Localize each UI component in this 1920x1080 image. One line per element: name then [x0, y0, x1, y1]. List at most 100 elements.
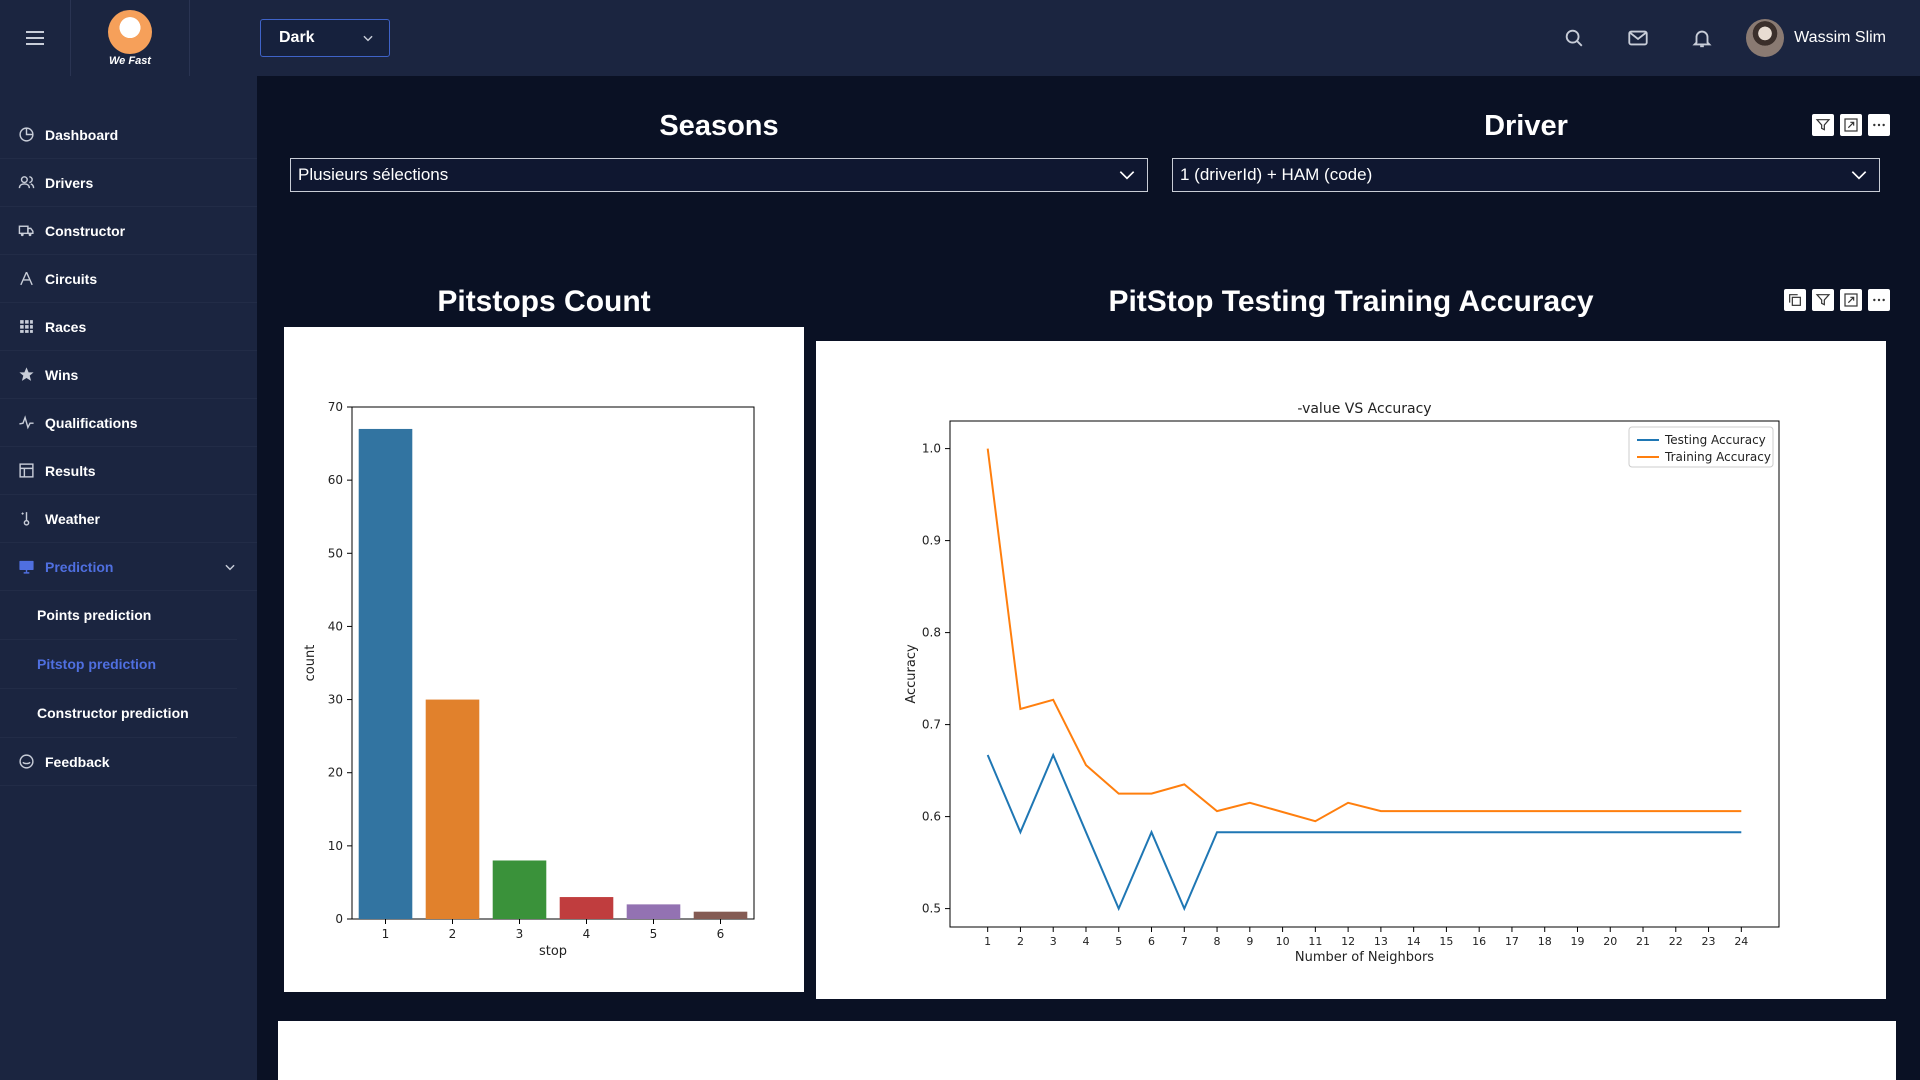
more-icon — [1873, 298, 1885, 302]
user-name: Wassim Slim — [1794, 29, 1886, 46]
filter-button[interactable] — [1812, 289, 1834, 311]
filter-icon — [1815, 119, 1831, 131]
x-tick-label: 3 — [1050, 935, 1057, 948]
driver-title: Driver — [1484, 110, 1568, 142]
seasons-dropdown-value: Plusieurs sélections — [298, 165, 449, 184]
pitstops-chart-title: Pitstops Count — [437, 285, 651, 318]
more-options-button[interactable] — [1868, 114, 1890, 136]
bar — [559, 897, 614, 919]
copy-button[interactable] — [1784, 289, 1806, 311]
focus-mode-button[interactable] — [1840, 114, 1862, 136]
sidebar-item-label: Feedback — [45, 753, 110, 770]
pitstops-bar-chart: 0 10 20 30 40 50 60 70 1 2 3 4 5 6 stop count — [303, 400, 755, 959]
sidebar-subitem-label: Points prediction — [37, 607, 152, 623]
x-tick-label: 19 — [1570, 935, 1584, 948]
truck-icon — [18, 225, 34, 237]
x-tick-label: 2 — [1017, 935, 1024, 948]
mail-button[interactable] — [1606, 0, 1670, 76]
theme-dropdown[interactable]: Dark — [260, 19, 390, 57]
seasons-dropdown[interactable]: Plusieurs sélections — [290, 158, 1148, 192]
bar — [492, 860, 547, 919]
sidebar-subitem-constructor-prediction[interactable]: Constructor prediction — [0, 689, 237, 738]
seasons-title: Seasons — [659, 110, 779, 142]
more-icon — [1873, 123, 1885, 127]
x-tick-label: 23 — [1702, 935, 1716, 948]
bar — [693, 911, 748, 919]
legend-label: Training Accuracy — [1664, 450, 1771, 464]
sidebar-subitem-label: Constructor prediction — [37, 705, 189, 721]
legend-label: Testing Accuracy — [1664, 433, 1766, 447]
table-icon — [19, 463, 34, 478]
y-tick-label: 40 — [328, 619, 343, 633]
x-tick-label: 11 — [1308, 935, 1322, 948]
sidebar-item-wins[interactable]: Wins — [0, 351, 257, 399]
sidebar-item-circuits[interactable]: Circuits — [0, 255, 257, 303]
driver-dropdown[interactable]: 1 (driverId) + HAM (code) — [1172, 158, 1880, 192]
sidebar-item-feedback[interactable]: Feedback — [0, 738, 257, 786]
pitstops-chart-panel: 0 10 20 30 40 50 60 70 1 2 3 4 5 6 stop count — [284, 327, 804, 992]
sidebar-item-qualifications[interactable]: Qualifications — [0, 399, 257, 447]
x-tick-label: 20 — [1603, 935, 1617, 948]
y-tick-label: 30 — [328, 693, 343, 707]
x-tick-label: 3 — [516, 927, 524, 941]
sidebar-item-label: Wins — [45, 366, 79, 383]
x-tick-label: 22 — [1669, 935, 1683, 948]
focus-mode-button[interactable] — [1840, 289, 1862, 311]
x-tick-label: 2 — [449, 927, 457, 941]
x-tick-label: 15 — [1439, 935, 1453, 948]
driver-dropdown-value: 1 (driverId) + HAM (code) — [1180, 165, 1373, 184]
monitor-icon — [19, 560, 34, 574]
sidebar-item-results[interactable]: Results — [0, 447, 257, 495]
y-tick-label: 70 — [328, 400, 343, 414]
y-tick-label: 0.6 — [922, 810, 941, 824]
sidebar-subitem-points-prediction[interactable]: Points prediction — [0, 591, 237, 640]
x-tick-label: 18 — [1538, 935, 1552, 948]
x-tick-label: 6 — [1148, 935, 1155, 948]
x-tick-label: 6 — [717, 927, 725, 941]
x-tick-label: 13 — [1374, 935, 1388, 948]
grid-icon — [20, 320, 33, 333]
x-tick-label: 12 — [1341, 935, 1355, 948]
sidebar-item-label: Weather — [45, 510, 100, 527]
y-tick-label: 60 — [328, 473, 343, 487]
sidebar-item-races[interactable]: Races — [0, 303, 257, 351]
sidebar-item-label: Dashboard — [45, 126, 119, 143]
more-options-button[interactable] — [1868, 289, 1890, 311]
sidebar-item-prediction[interactable]: Prediction — [0, 543, 257, 591]
x-tick-label: 24 — [1734, 935, 1748, 948]
sidebar-item-label: Prediction — [45, 558, 114, 575]
sidebar-subitem-pitstop-prediction[interactable]: Pitstop prediction — [0, 640, 237, 689]
sidebar-item-drivers[interactable]: Drivers — [0, 159, 257, 207]
line-plot-frame — [949, 420, 1780, 928]
x-axis-label: Number of Neighbors — [1295, 950, 1434, 965]
avatar — [1746, 19, 1785, 57]
sidebar-subitem-label: Pitstop prediction — [37, 656, 156, 672]
user-menu[interactable]: Wassim Slim — [1746, 19, 1886, 57]
y-tick-label: 0.7 — [922, 718, 941, 732]
search-button[interactable] — [1542, 0, 1606, 76]
chevron-down-icon — [1851, 171, 1867, 180]
mail-icon — [1628, 30, 1648, 46]
sidebar-item-dashboard[interactable]: Dashboard — [0, 111, 257, 159]
series-line — [986, 448, 1742, 823]
pie-chart-icon — [19, 127, 34, 142]
logo-icon — [108, 9, 152, 54]
x-tick-label: 10 — [1276, 935, 1290, 948]
hamburger-menu-button[interactable] — [0, 0, 70, 76]
x-tick-label: 7 — [1181, 935, 1188, 948]
notifications-button[interactable] — [1670, 0, 1734, 76]
expand-icon — [1844, 293, 1858, 307]
y-tick-label: 0.8 — [922, 626, 941, 640]
app-logo[interactable]: We Fast — [70, 0, 190, 76]
sidebar-item-constructor[interactable]: Constructor — [0, 207, 257, 255]
filter-visual-toolbar — [1812, 114, 1890, 136]
sidebar-item-label: Results — [45, 462, 96, 479]
x-tick-label: 1 — [382, 927, 390, 941]
y-tick-label: 10 — [328, 839, 343, 853]
filter-icon — [1815, 294, 1831, 306]
chevron-down-icon — [225, 564, 235, 570]
logo-text: We Fast — [109, 54, 151, 67]
sidebar-item-label: Qualifications — [45, 414, 138, 431]
sidebar-item-weather[interactable]: Weather — [0, 495, 257, 543]
filter-button[interactable] — [1812, 114, 1834, 136]
